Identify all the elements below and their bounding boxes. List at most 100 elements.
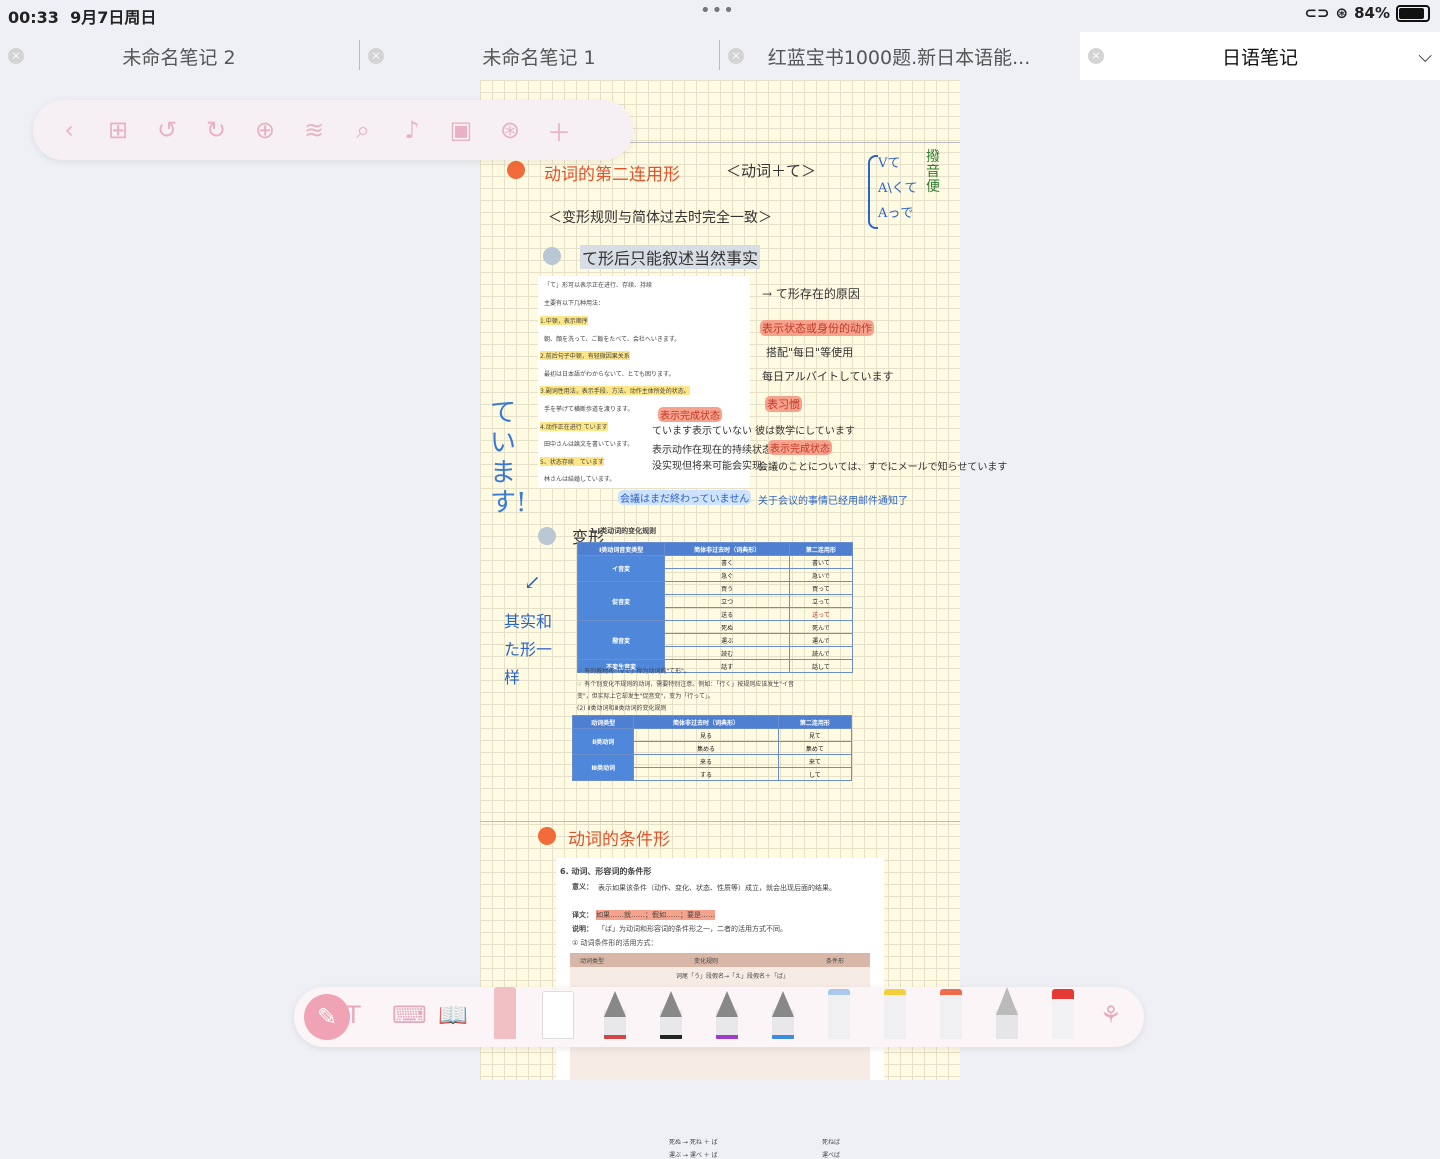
group-i-onbin: イ音変 bbox=[576, 555, 666, 582]
bullet-dot bbox=[507, 161, 525, 179]
tab-bar: × 未命名笔记 2 × 未命名笔记 1 × 红蓝宝书1000题.新日本语能...… bbox=[0, 32, 1440, 80]
clip-line: 田中さんは論文を書いています。 bbox=[544, 441, 634, 448]
table-note: (2) Ⅱ类动词和Ⅲ类动词的变化规则 bbox=[577, 705, 667, 712]
bullet-dot bbox=[538, 827, 556, 845]
status-time: 00:33 bbox=[8, 8, 59, 27]
pen-icon[interactable]: ✎ bbox=[304, 994, 350, 1040]
page-divider bbox=[480, 821, 960, 822]
undo-icon[interactable]: ↺ bbox=[153, 116, 181, 144]
clip-line: 林さんは結婚しています。 bbox=[544, 476, 616, 483]
side-note-green: 撥音便 bbox=[926, 149, 940, 195]
conj-akute: A\くて bbox=[878, 181, 918, 196]
table-header: 动词类型 bbox=[580, 958, 605, 965]
table-cell: 急いで bbox=[788, 568, 854, 582]
clip-line: 手を挙げて横断歩道を渡ります。 bbox=[544, 406, 634, 413]
tab-note-1[interactable]: × 未命名笔记 1 bbox=[360, 32, 718, 80]
table-header-row bbox=[570, 953, 870, 967]
clip-label: 译文： bbox=[572, 911, 593, 919]
mic-icon[interactable]: ♪ bbox=[398, 116, 426, 144]
table-cell: する bbox=[633, 767, 779, 781]
table-cell: 送る bbox=[664, 607, 790, 621]
clip-text: 表示如果该条件（动作、变化、状态、性质等）成立，就会出现后面的结果。 bbox=[598, 884, 836, 892]
label-completed-2: 表示完成状态 bbox=[768, 440, 832, 455]
multitask-dots-icon[interactable]: ••• bbox=[700, 0, 735, 21]
highlighter-red-icon[interactable] bbox=[940, 989, 962, 1039]
link-icon: ⊂⊃ bbox=[1304, 4, 1330, 22]
tab-japanese-notes[interactable]: × 日语笔记 ⌵ bbox=[1080, 32, 1440, 80]
redo-icon[interactable]: ↻ bbox=[202, 116, 230, 144]
tab-book[interactable]: × 红蓝宝书1000题.新日本语能... bbox=[720, 32, 1078, 80]
close-icon[interactable]: × bbox=[728, 48, 744, 64]
chevron-down-icon[interactable]: ⌵ bbox=[1418, 46, 1432, 67]
tab-label: 红蓝宝书1000题.新日本语能... bbox=[767, 46, 1031, 69]
conjugation-table-2: 动词类型 简体非过去时（词典形） 第二连用形 Ⅱ类动词 見る 見て 集める 集めて Ⅲ类动… bbox=[571, 715, 853, 781]
text-icon[interactable]: T bbox=[346, 1001, 361, 1029]
tab-note-2[interactable]: × 未命名笔记 2 bbox=[0, 32, 358, 80]
table-cell: 書いて bbox=[788, 555, 854, 569]
brush-red-icon[interactable] bbox=[1052, 989, 1074, 1039]
table-cell: 読む bbox=[664, 646, 790, 660]
subtitle-rule: ＜变形规则与简体过去时完全一致＞ bbox=[548, 210, 772, 226]
vertical-te-imasu: ています! bbox=[490, 398, 527, 518]
table-cell: 死ねば bbox=[822, 1139, 841, 1146]
keyboard-icon[interactable]: ⌨ bbox=[392, 1001, 427, 1029]
table-cell: 死ぬ bbox=[664, 620, 790, 634]
table-note: ☞ 有的教材将「Vて」称为动词的"て形"。 bbox=[577, 668, 690, 675]
table-cell: 死んで bbox=[788, 620, 854, 634]
table-cell: 集める bbox=[633, 741, 779, 755]
table-cell: 買って bbox=[788, 581, 854, 595]
clip-line: 最初は日本語がわからないて、とても困ります。 bbox=[544, 371, 675, 378]
table-cell: 運ぶ bbox=[664, 633, 790, 647]
globe-icon[interactable]: ⊛ bbox=[496, 116, 524, 144]
group-hatsuonbin: 撥音変 bbox=[576, 620, 666, 660]
grid-icon[interactable]: ⊞ bbox=[104, 116, 132, 144]
table-cell: 話して bbox=[788, 659, 854, 673]
camera-icon[interactable]: ▣ bbox=[447, 116, 475, 144]
note-te-iru-2: 表示动作在现在的持续状态 bbox=[652, 445, 772, 456]
conj-vte: Vて bbox=[878, 156, 901, 171]
example-not-finished: 会議はまだ終わっていません bbox=[618, 490, 752, 505]
note-every-day: 搭配"每日"等使用 bbox=[766, 346, 854, 359]
add-icon[interactable]: ＋ bbox=[545, 113, 573, 148]
ruler-icon[interactable] bbox=[542, 991, 574, 1039]
status-right: ⊂⊃ ⊛ 84% bbox=[1304, 4, 1430, 22]
conj-atte: Aっで bbox=[878, 206, 914, 221]
back-icon[interactable]: ‹ bbox=[55, 116, 83, 144]
layers-icon[interactable]: ≋ bbox=[300, 116, 328, 144]
status-time-date: 00:33 9月7日周日 bbox=[8, 4, 156, 28]
label-habit: 表习惯 bbox=[765, 396, 802, 412]
clip-line: 3.副词性用法，表示手段、方法、动作主体所处的状态。 bbox=[540, 386, 690, 395]
heading-tag: ＜动词＋て＞ bbox=[726, 162, 817, 180]
point-te-form-fact: て形后只能叙述当然事实 bbox=[580, 245, 761, 269]
table-title: 1.I类动词的变化规则 bbox=[590, 527, 657, 535]
highlighter-blue-icon[interactable] bbox=[828, 989, 850, 1039]
table-cell: 立って bbox=[788, 594, 854, 608]
table-cell: 買う bbox=[664, 581, 790, 595]
close-icon[interactable]: × bbox=[8, 48, 24, 64]
group-class-2: Ⅱ类动词 bbox=[571, 728, 635, 755]
clip-label: 意义： bbox=[572, 883, 593, 891]
clip-text: ① 动词条件形的活用方式： bbox=[572, 939, 658, 947]
table-cell: 見る bbox=[633, 728, 779, 742]
palette-icon[interactable]: ⚘ bbox=[1100, 1001, 1122, 1029]
new-page-icon[interactable]: ⊕ bbox=[251, 116, 279, 144]
pen-toolbar: ✎ T ⌨ 📖 ⚘ bbox=[294, 987, 1144, 1047]
nib bbox=[604, 991, 626, 1017]
brace bbox=[868, 155, 878, 229]
bullet-dot bbox=[538, 527, 556, 545]
eraser-icon[interactable] bbox=[494, 987, 516, 1039]
group-sokuonbin: 促音変 bbox=[576, 581, 666, 621]
close-icon[interactable]: × bbox=[1088, 48, 1104, 64]
close-icon[interactable]: × bbox=[368, 48, 384, 64]
table-cell: 集めて bbox=[777, 741, 853, 755]
book-icon[interactable]: 📖 bbox=[438, 1001, 468, 1029]
table-header: 变化规则 bbox=[694, 958, 719, 965]
clip-line: 1.中顿，表示顺序 bbox=[540, 316, 588, 325]
note-page[interactable]: 动词的第二连用形 ＜动词＋て＞ ＜变形规则与简体过去时完全一致＞ Vて A\くて… bbox=[480, 80, 1007, 1159]
search-icon[interactable]: ⌕ bbox=[349, 116, 377, 144]
clip-title: 6. 动词、形容词的条件形 bbox=[560, 867, 652, 876]
tab-label: 未命名笔记 1 bbox=[482, 46, 596, 69]
highlighter-yellow-icon[interactable] bbox=[884, 989, 906, 1039]
arrow-down-icon: ↙ bbox=[524, 570, 541, 594]
table-cell: して bbox=[777, 767, 853, 781]
